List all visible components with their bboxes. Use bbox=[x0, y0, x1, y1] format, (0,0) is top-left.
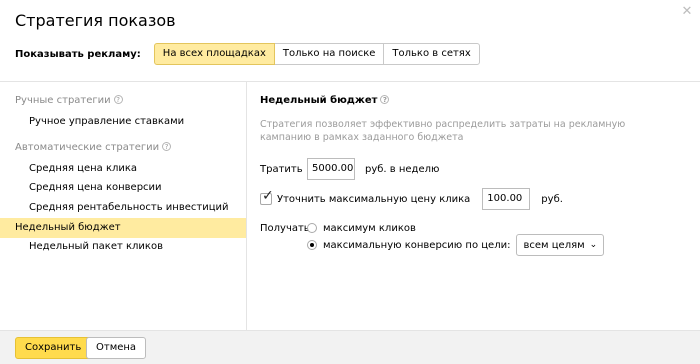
goal-select[interactable]: всем целям ⌄ bbox=[516, 234, 605, 256]
panel-divider bbox=[246, 82, 247, 330]
option-search-only[interactable]: Только на поиске bbox=[273, 43, 385, 65]
settings-heading: Недельный бюджет? bbox=[260, 95, 390, 106]
manual-strategies-title: Ручные стратегии bbox=[15, 95, 111, 106]
strategy-item-avg-cpa[interactable]: Средняя цена конверсии bbox=[0, 178, 246, 198]
help-icon[interactable]: ? bbox=[113, 95, 123, 104]
dialog-footer: Сохранить Отмена bbox=[0, 330, 700, 364]
header-divider bbox=[0, 81, 700, 82]
refine-cpc-checkbox[interactable]: ✓ bbox=[260, 189, 274, 205]
strategy-item-avg-roi[interactable]: Средняя рентабельность инвестиций bbox=[0, 198, 246, 218]
strategy-item-weekly-budget[interactable]: Недельный бюджет bbox=[0, 218, 246, 238]
chevron-down-icon: ⌄ bbox=[589, 240, 598, 250]
help-icon[interactable]: ? bbox=[162, 142, 172, 151]
show-ads-row: Показывать рекламу: На всех площадках То… bbox=[15, 43, 480, 65]
refine-cpc-row: ✓ Уточнить максимальную цену клика 100.0… bbox=[260, 188, 563, 210]
option-all-platforms[interactable]: На всех площадках bbox=[153, 43, 275, 65]
goal-select-value: всем целям bbox=[523, 239, 585, 251]
show-ads-segmented-control: На всех площадках Только на поиске Тольк… bbox=[153, 43, 480, 65]
close-icon[interactable]: ✕ bbox=[680, 5, 694, 19]
get-label: Получать: bbox=[260, 222, 314, 234]
settings-heading-text: Недельный бюджет bbox=[260, 95, 378, 106]
show-ads-label: Показывать рекламу: bbox=[15, 48, 141, 60]
auto-strategies-header: Автоматические стратегии? bbox=[15, 142, 172, 153]
strategy-item-manual-bids[interactable]: Ручное управление ставками bbox=[0, 112, 246, 132]
manual-strategies-header: Ручные стратегии? bbox=[15, 95, 123, 106]
max-cpc-input[interactable]: 100.00 bbox=[482, 188, 531, 210]
spend-unit: руб. в неделю bbox=[365, 163, 440, 175]
strategy-item-avg-cpc[interactable]: Средняя цена клика bbox=[0, 159, 246, 179]
checkmark-icon: ✓ bbox=[262, 188, 274, 204]
save-button[interactable]: Сохранить bbox=[15, 337, 92, 359]
conversion-row: максимальную конверсию по цели: всем цел… bbox=[307, 234, 605, 256]
max-cpc-unit: руб. bbox=[541, 193, 563, 205]
radio-max-clicks[interactable] bbox=[307, 223, 317, 233]
spend-row: Тратить 5000.00 руб. в неделю bbox=[260, 158, 439, 180]
auto-strategies-title: Автоматические стратегии bbox=[15, 142, 160, 153]
strategy-dialog: ✕ Стратегия показов Показывать рекламу: … bbox=[0, 0, 700, 364]
spend-label: Тратить bbox=[260, 163, 303, 175]
weekly-budget-input[interactable]: 5000.00 bbox=[307, 158, 355, 180]
refine-cpc-label: Уточнить максимальную цену клика bbox=[277, 193, 471, 205]
dialog-title: Стратегия показов bbox=[15, 11, 176, 30]
help-icon[interactable]: ? bbox=[380, 95, 390, 104]
radio-max-conversion[interactable] bbox=[307, 240, 317, 250]
option-networks-only[interactable]: Только в сетях bbox=[383, 43, 480, 65]
max-clicks-label: максимум кликов bbox=[323, 222, 416, 234]
cancel-button[interactable]: Отмена bbox=[86, 337, 147, 359]
settings-description: Стратегия позволяет эффективно распредел… bbox=[260, 119, 626, 143]
strategy-item-weekly-clicks[interactable]: Недельный пакет кликов bbox=[0, 237, 246, 257]
max-conversion-label: максимальную конверсию по цели: bbox=[323, 239, 511, 251]
